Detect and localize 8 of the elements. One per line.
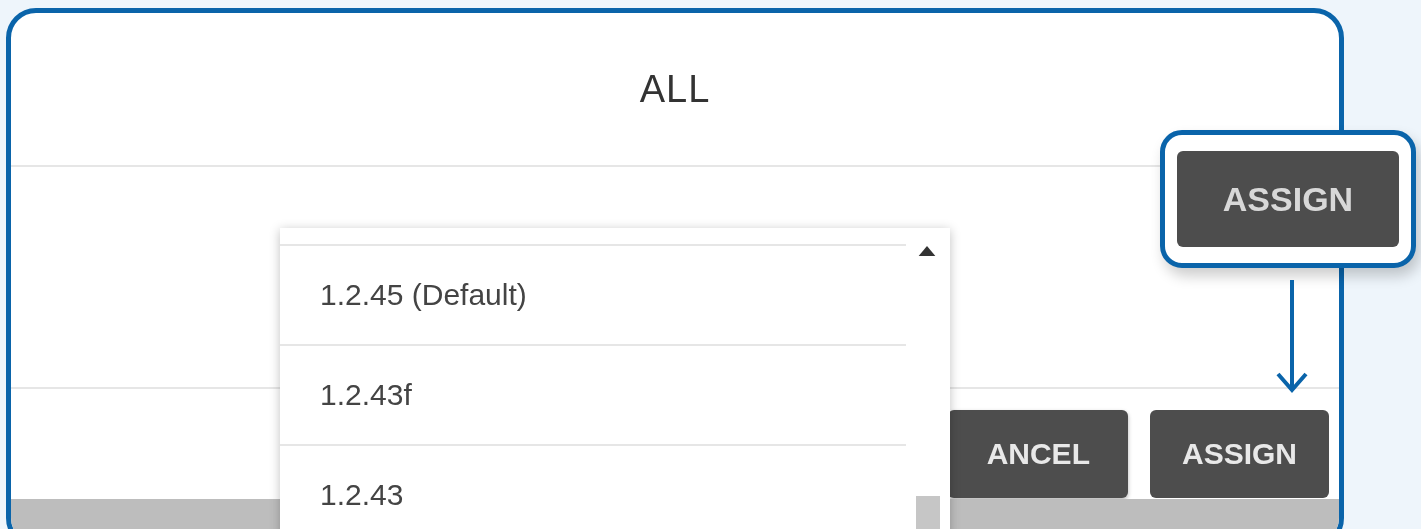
dialog-title: ALL: [639, 67, 711, 111]
dropdown-option[interactable]: 1.2.43: [280, 444, 906, 529]
dropdown-option[interactable]: 1.2.43f: [280, 344, 906, 444]
scroll-up-icon[interactable]: [918, 246, 936, 256]
assign-button[interactable]: ASSIGN: [1177, 151, 1399, 247]
cancel-button[interactable]: ANCEL: [947, 410, 1128, 498]
assign-button[interactable]: ASSIGN: [1149, 410, 1329, 498]
dropdown-option[interactable]: 1.2.45 (Default): [280, 244, 906, 344]
